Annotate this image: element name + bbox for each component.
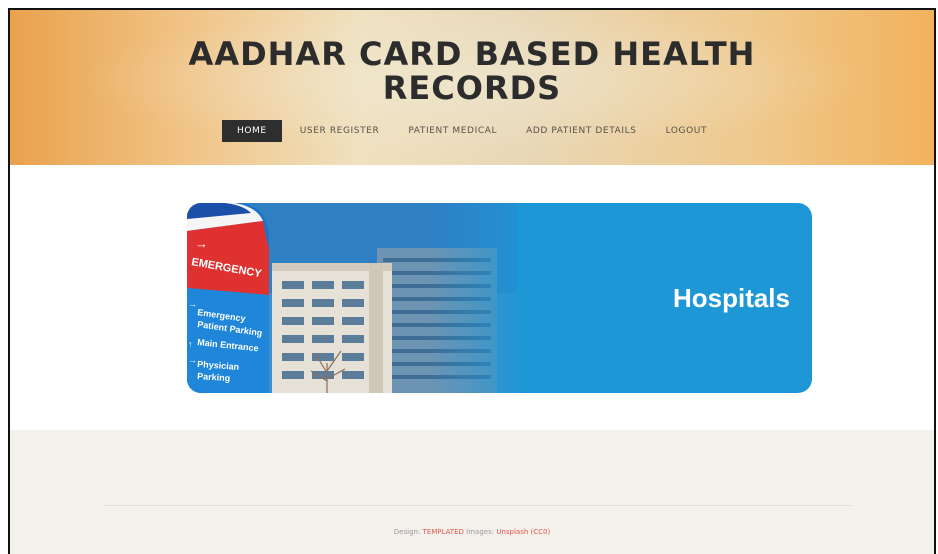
unsplash-link[interactable]: Unsplash (CC0) bbox=[496, 528, 550, 536]
site-title-line-1: AADHAR CARD BASED HEALTH bbox=[188, 35, 756, 73]
nav-user-register[interactable]: USER REGISTER bbox=[290, 120, 390, 142]
main-content: → EMERGENCY Emergency Patient Parking Ma… bbox=[10, 165, 934, 430]
main-nav: HOME USER REGISTER PATIENT MEDICAL ADD P… bbox=[222, 120, 726, 142]
hospitals-banner: → EMERGENCY Emergency Patient Parking Ma… bbox=[187, 203, 812, 393]
nav-add-patient-details[interactable]: ADD PATIENT DETAILS bbox=[516, 120, 646, 142]
sign-arrow-icon-3: → bbox=[188, 355, 197, 365]
site-title-line-2: RECORDS bbox=[382, 69, 562, 107]
footer-credits: Design: TEMPLATED Images: Unsplash (CC0) bbox=[10, 528, 934, 536]
banner-title: Hospitals bbox=[672, 283, 790, 313]
images-label: Images: bbox=[466, 528, 495, 536]
site-title: AADHAR CARD BASED HEALTH RECORDS bbox=[10, 37, 934, 105]
templated-link[interactable]: TEMPLATED bbox=[423, 528, 464, 536]
sign-arrow-up-icon: ↑ bbox=[188, 339, 193, 349]
site-footer: Design: TEMPLATED Images: Unsplash (CC0) bbox=[10, 430, 934, 554]
nav-home[interactable]: HOME bbox=[222, 120, 282, 142]
footer-divider bbox=[105, 505, 852, 506]
nav-patient-medical[interactable]: PATIENT MEDICAL bbox=[398, 120, 507, 142]
design-label: Design: bbox=[393, 528, 421, 536]
nav-logout[interactable]: LOGOUT bbox=[656, 120, 718, 142]
sign-arrow-icon-2: → bbox=[188, 299, 197, 309]
page-frame: AADHAR CARD BASED HEALTH RECORDS HOME US… bbox=[8, 8, 936, 554]
banner-fade bbox=[427, 203, 547, 393]
sign-arrow-icon: → bbox=[195, 236, 208, 251]
site-header: AADHAR CARD BASED HEALTH RECORDS HOME US… bbox=[10, 10, 934, 165]
